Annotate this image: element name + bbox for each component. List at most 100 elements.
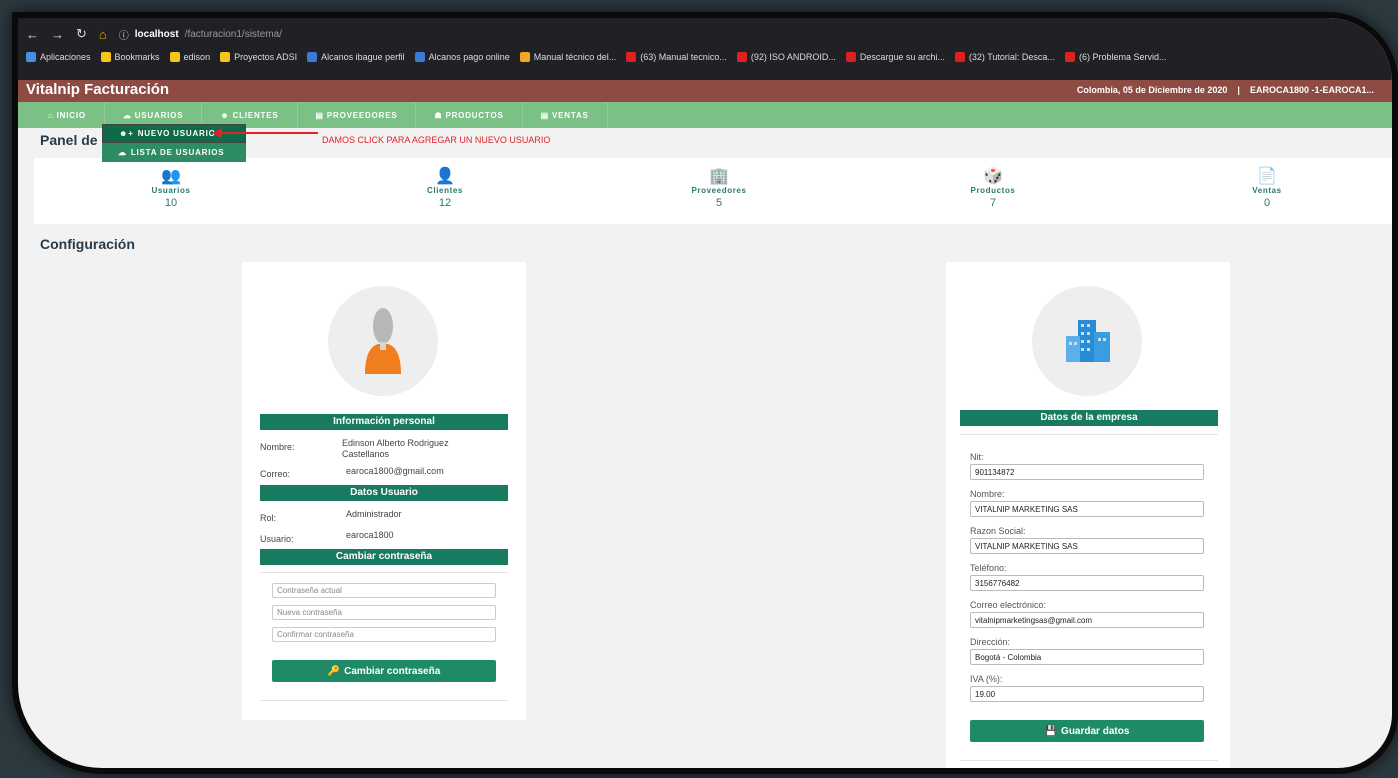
nav-icon: ▤ bbox=[540, 110, 549, 120]
nombre-value: Edinson Alberto Rodriguez Castellanos bbox=[342, 438, 449, 459]
stats-row: 👥 Usuarios 10 👤 Clientes 12 🏢 Proveedores 5 🎲 Prod… bbox=[34, 158, 1392, 224]
save-button[interactable]: 💾 Guardar datos bbox=[970, 720, 1204, 742]
nit-label: Nit: bbox=[970, 452, 984, 462]
bookmark-label: (63) Manual tecnico... bbox=[640, 52, 727, 62]
iva-label: IVA (%): bbox=[970, 674, 1003, 684]
correo-label: Correo electrónico: bbox=[970, 600, 1047, 610]
bookmark-label: Manual técnico del... bbox=[533, 52, 617, 62]
nav-label: Inicio bbox=[56, 110, 86, 120]
stat-ventas[interactable]: 📄 Ventas 0 bbox=[1130, 158, 1392, 224]
current-password-input[interactable]: Contraseña actual bbox=[272, 583, 496, 598]
bookmark-label: Bookmarks bbox=[114, 52, 160, 62]
stat-value: 12 bbox=[438, 197, 452, 209]
bookmark-icon bbox=[954, 52, 965, 62]
nombre-input[interactable]: VITALNIP MARKETING SAS bbox=[970, 501, 1204, 517]
app-header: Vitalnip Facturación Colombia, 05 de Dic… bbox=[18, 80, 1392, 102]
back-icon[interactable]: ← bbox=[26, 27, 39, 42]
user-card: Información personal Nombre: Edinson Alb… bbox=[242, 262, 526, 720]
new-password-input[interactable]: Nueva contraseña bbox=[272, 605, 496, 620]
nav-icon: ☻ bbox=[220, 110, 230, 120]
nav-item-inicio[interactable]: ⌂ Inicio bbox=[30, 102, 105, 128]
stat-usuarios[interactable]: 👥 Usuarios 10 bbox=[34, 158, 308, 224]
bookmark-item[interactable]: Aplicaciones bbox=[26, 52, 91, 62]
stat-icon: 👤 bbox=[435, 168, 455, 185]
bookmark-item[interactable]: Alcanos pago online bbox=[414, 52, 510, 62]
stat-clientes[interactable]: 👤 Clientes 12 bbox=[308, 158, 582, 224]
razon-input[interactable]: VITALNIP MARKETING SAS bbox=[970, 538, 1204, 554]
bookmark-label: (92) ISO ANDROID... bbox=[750, 52, 836, 62]
stat-label: Productos bbox=[970, 186, 1016, 195]
bookmark-item[interactable]: Alcanos ibague perfil bbox=[307, 52, 405, 62]
bookmark-item[interactable]: (6) Problema Servid... bbox=[1064, 52, 1166, 62]
bookmark-label: Alcanos ibague perfil bbox=[321, 52, 405, 62]
header-info: Colombia, 05 de Diciembre de 2020 | EARO… bbox=[1077, 85, 1374, 95]
nav-item-proveedores[interactable]: ▤ Proveedores bbox=[298, 102, 417, 128]
annotation-arrow-line bbox=[218, 132, 318, 134]
header-user[interactable]: EAROCA1800 -1-EAROCA1... bbox=[1250, 85, 1374, 95]
stat-productos[interactable]: 🎲 Productos 7 bbox=[856, 158, 1130, 224]
bookmark-item[interactable]: (92) ISO ANDROID... bbox=[736, 52, 836, 62]
nav-item-ventas[interactable]: ▤ Ventas bbox=[523, 102, 608, 128]
reload-icon[interactable]: ↻ bbox=[76, 26, 87, 42]
bookmark-icon bbox=[220, 52, 231, 62]
bookmark-icon bbox=[307, 52, 318, 62]
url-host: localhost bbox=[134, 28, 179, 40]
rol-label: Rol: bbox=[260, 513, 277, 523]
bookmark-icon bbox=[626, 52, 637, 62]
nav-icon: ☗ bbox=[434, 110, 443, 120]
url-path: /facturacion1/sistema/ bbox=[184, 28, 282, 40]
key-icon: 🔑 bbox=[327, 665, 341, 677]
nav-label: Proveedores bbox=[326, 110, 398, 120]
bookmark-icon bbox=[26, 52, 36, 62]
nit-input[interactable]: 901134872 bbox=[970, 464, 1204, 480]
telefono-label: Teléfono: bbox=[970, 563, 1007, 573]
forward-icon[interactable]: → bbox=[51, 27, 64, 42]
bookmark-item[interactable]: (63) Manual tecnico... bbox=[626, 52, 727, 62]
stat-proveedores[interactable]: 🏢 Proveedores 5 bbox=[582, 158, 856, 224]
bookmark-item[interactable]: Proyectos ADSI bbox=[220, 52, 297, 62]
stat-value: 0 bbox=[1263, 197, 1271, 209]
add-user-icon: ☻+ bbox=[119, 129, 134, 138]
bookmark-icon bbox=[100, 52, 111, 62]
bookmark-item[interactable]: edison bbox=[169, 52, 210, 62]
bookmark-label: Aplicaciones bbox=[40, 52, 91, 62]
change-password-label: Cambiar contraseña bbox=[344, 665, 441, 677]
dropdown-item-label: NUEVO USUARIO bbox=[137, 129, 216, 138]
save-button-label: Guardar datos bbox=[1061, 725, 1130, 737]
confirm-password-input[interactable]: Confirmar contraseña bbox=[272, 627, 496, 642]
browser-chrome: ← → ↻ ⌂ ⓘ localhost/facturacion1/sistema… bbox=[18, 18, 1392, 80]
company-card: Datos de la empresa Nit: 901134872 Nombr… bbox=[946, 262, 1230, 768]
stat-icon: 🏢 bbox=[709, 168, 729, 185]
correo-value: earoca1800@gmail.com bbox=[346, 466, 444, 476]
nav-label: Clientes bbox=[232, 110, 279, 120]
bookmark-icon bbox=[736, 52, 747, 62]
bookmark-icon bbox=[519, 52, 530, 62]
usuario-value: earoca1800 bbox=[346, 530, 394, 540]
dropdown-item-lista-usuarios[interactable]: ☁ LISTA DE USUARIOS bbox=[102, 143, 246, 162]
iva-input[interactable]: 19.00 bbox=[970, 686, 1204, 702]
bookmark-item[interactable]: Bookmarks bbox=[100, 52, 160, 62]
stat-value: 10 bbox=[164, 197, 178, 209]
usuarios-dropdown: ☻+ NUEVO USUARIO ☁ LISTA DE USUARIOS bbox=[102, 124, 246, 162]
bookmark-label: Proyectos ADSI bbox=[234, 52, 298, 62]
info-icon: ⓘ bbox=[118, 30, 129, 42]
telefono-input[interactable]: 3156776482 bbox=[970, 575, 1204, 591]
nav-item-productos[interactable]: ☗ Productos bbox=[416, 102, 523, 128]
change-password-button[interactable]: 🔑 Cambiar contraseña bbox=[272, 660, 496, 682]
header-separator: | bbox=[1237, 85, 1240, 95]
brand-title[interactable]: Vitalnip Facturación bbox=[26, 81, 169, 98]
cloud-icon: ☁ bbox=[118, 148, 127, 157]
nombre-label: Nombre: bbox=[260, 442, 295, 452]
divider bbox=[260, 572, 508, 573]
company-logo-circle bbox=[1032, 286, 1142, 396]
user-avatar-icon bbox=[365, 308, 401, 374]
bookmark-item[interactable]: Descargue su archi... bbox=[845, 52, 945, 62]
bookmark-item[interactable]: Manual técnico del... bbox=[519, 52, 617, 62]
section-personal: Información personal bbox=[260, 414, 508, 430]
rol-value: Administrador bbox=[346, 509, 402, 519]
direccion-input[interactable]: Bogotá - Colombia bbox=[970, 649, 1204, 665]
home-icon[interactable]: ⌂ bbox=[99, 27, 107, 42]
address-field[interactable]: ⓘ localhost/facturacion1/sistema/ bbox=[119, 27, 282, 42]
bookmark-item[interactable]: (32) Tutorial: Desca... bbox=[954, 52, 1055, 62]
correo-input[interactable]: vitalnipmarketingsas@gmail.com bbox=[970, 612, 1204, 628]
